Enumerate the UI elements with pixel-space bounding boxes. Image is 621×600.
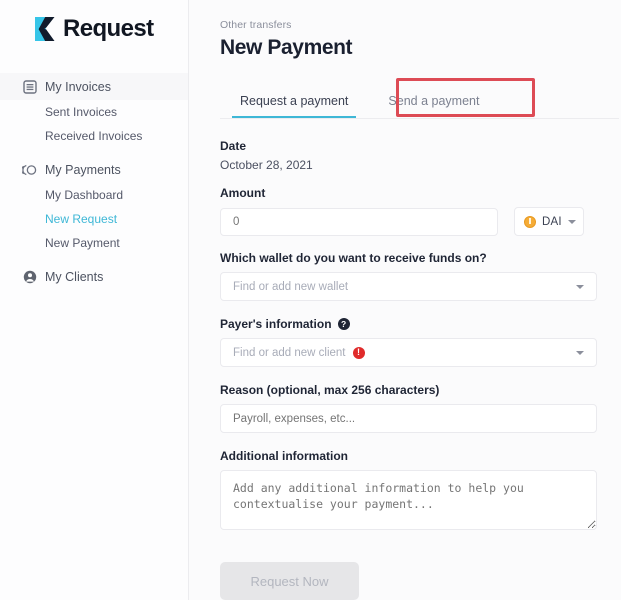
amount-input[interactable]: [220, 207, 498, 236]
sidebar-item-my-payments[interactable]: My Payments: [0, 156, 188, 183]
chevron-down-icon: [567, 219, 576, 224]
sidebar-item-label: My Invoices: [45, 79, 111, 94]
amount-label: Amount: [220, 186, 266, 200]
main-content: Other transfers New Payment Request a pa…: [189, 0, 621, 600]
sidebar-subitem-my-dashboard[interactable]: My Dashboard: [0, 183, 188, 207]
coins-icon: [22, 162, 37, 177]
sidebar-item-my-clients[interactable]: My Clients: [0, 263, 188, 290]
error-exclamation-icon: !: [352, 346, 365, 359]
wallet-label: Which wallet do you want to receive fund…: [220, 251, 487, 265]
app-root: Request My Invoices Sent Invoices Receiv…: [0, 0, 621, 600]
wallet-placeholder: Find or add new wallet: [233, 280, 349, 293]
sidebar-subitem-received-invoices[interactable]: Received Invoices: [0, 124, 188, 148]
sidebar-nav: My Invoices Sent Invoices Received Invoi…: [0, 73, 188, 290]
page-title: New Payment: [220, 36, 353, 59]
brand-logo[interactable]: Request: [0, 0, 188, 46]
sidebar-item-my-invoices[interactable]: My Invoices: [0, 73, 188, 100]
date-label: Date: [220, 139, 247, 153]
reason-input[interactable]: [220, 404, 597, 433]
chevron-down-icon: [576, 284, 584, 289]
brand-name: Request: [63, 15, 154, 42]
sidebar: Request My Invoices Sent Invoices Receiv…: [0, 0, 189, 600]
payer-placeholder: Find or add new client: [233, 346, 346, 359]
additional-information-label: Additional information: [220, 449, 348, 463]
sidebar-subitem-sent-invoices[interactable]: Sent Invoices: [0, 100, 188, 124]
amount-row: DAI: [220, 207, 621, 236]
sidebar-subitem-new-payment[interactable]: New Payment: [0, 231, 188, 255]
breadcrumb: Other transfers: [220, 19, 292, 31]
wallet-select[interactable]: Find or add new wallet: [220, 272, 597, 301]
dai-coin-icon: [524, 215, 536, 228]
payer-label-text: Payer's information: [220, 317, 332, 331]
payer-select[interactable]: Find or add new client !: [220, 338, 597, 367]
tab-bar: Request a payment Send a payment: [220, 84, 619, 119]
payment-request-form: Date October 28, 2021 Amount DAI Which w…: [220, 119, 621, 600]
user-circle-icon: [22, 269, 37, 284]
reason-label: Reason (optional, max 256 characters): [220, 383, 440, 397]
request-now-button[interactable]: Request Now: [220, 562, 359, 600]
payer-label: Payer's information ?: [220, 317, 621, 331]
invoice-list-icon: [22, 79, 37, 94]
tab-request-a-payment[interactable]: Request a payment: [220, 94, 368, 118]
help-question-icon[interactable]: ?: [337, 318, 350, 330]
currency-select[interactable]: DAI: [514, 207, 584, 236]
sidebar-item-label: My Payments: [45, 162, 121, 177]
date-value: October 28, 2021: [220, 158, 313, 172]
currency-value: DAI: [542, 215, 562, 228]
additional-information-textarea[interactable]: [220, 470, 597, 530]
sidebar-item-label: My Clients: [45, 269, 104, 284]
request-r-logo-icon: [35, 17, 55, 41]
sidebar-subitem-new-request[interactable]: New Request: [0, 207, 188, 231]
chevron-down-icon: [576, 350, 584, 355]
tab-send-a-payment[interactable]: Send a payment: [368, 94, 499, 118]
